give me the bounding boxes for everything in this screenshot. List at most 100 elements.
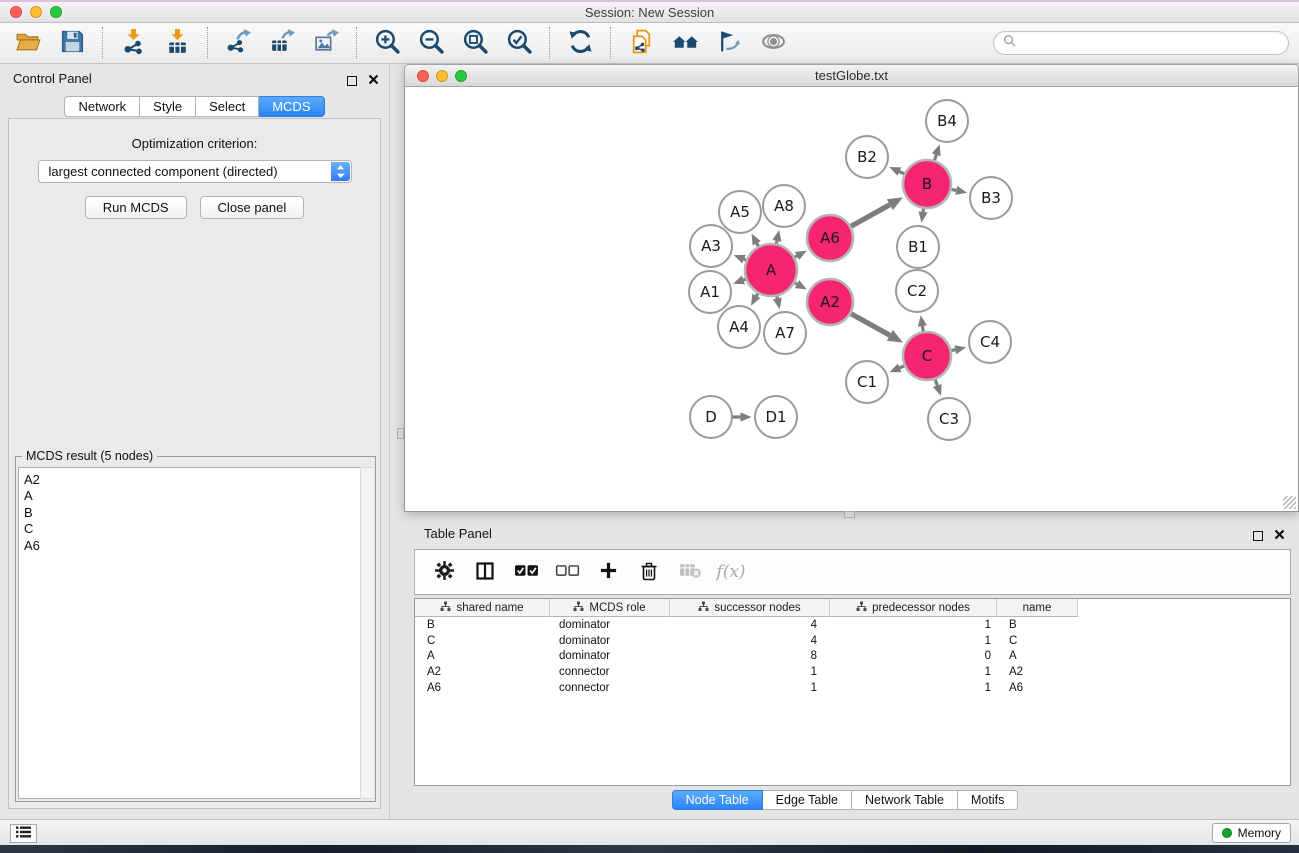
table-cell[interactable]: connector (550, 682, 670, 694)
network-zoom-traffic-light[interactable] (455, 70, 467, 82)
graph-node-D1[interactable]: D1 (755, 396, 797, 438)
mcds-result-item[interactable]: B (24, 505, 372, 521)
tab-style[interactable]: Style (140, 96, 196, 117)
mcds-result-item[interactable]: C (24, 521, 372, 537)
table-cell[interactable]: A2 (997, 666, 1078, 678)
table-cell[interactable]: 4 (670, 635, 830, 647)
table-row[interactable]: A6connector11A6 (415, 680, 1290, 696)
table-row[interactable]: Adominator80A (415, 649, 1290, 665)
graph-node-A[interactable]: A (745, 244, 797, 296)
add-column-button[interactable] (596, 560, 620, 584)
network-canvas[interactable]: B4B2BB3A8A5A6A3B1AC2A1A2A4A7C4CC1C3DD1 (404, 87, 1299, 512)
column-header-name[interactable]: name (997, 599, 1078, 617)
column-header-shared-name[interactable]: shared name (415, 599, 550, 617)
home-view-button[interactable] (663, 25, 707, 61)
minimize-traffic-light[interactable] (30, 6, 42, 18)
graph-node-C2[interactable]: C2 (896, 270, 938, 312)
import-table-button[interactable] (155, 25, 199, 61)
deselect-all-rows-button[interactable] (555, 560, 579, 584)
session-titlebar[interactable]: Session: New Session (0, 2, 1299, 23)
save-session-button[interactable] (50, 25, 94, 61)
import-network-button[interactable] (111, 25, 155, 61)
table-cell[interactable]: A (415, 650, 550, 662)
table-cell[interactable]: 0 (830, 650, 997, 662)
zoom-out-button[interactable] (409, 25, 453, 61)
memory-button[interactable]: Memory (1212, 823, 1291, 843)
graph-node-A6[interactable]: A6 (807, 215, 853, 261)
graph-node-A8[interactable]: A8 (763, 185, 805, 227)
graph-node-C1[interactable]: C1 (846, 361, 888, 403)
table-cell[interactable]: 1 (830, 666, 997, 678)
tab-network-table[interactable]: Network Table (852, 790, 958, 810)
task-history-button[interactable] (10, 824, 37, 843)
table-cell[interactable]: 1 (830, 635, 997, 647)
graph-node-A1[interactable]: A1 (689, 271, 731, 313)
float-table-panel-icon[interactable] (1253, 531, 1263, 541)
search-field[interactable] (993, 31, 1289, 55)
tab-mcds[interactable]: MCDS (259, 96, 324, 117)
table-cell[interactable]: 8 (670, 650, 830, 662)
column-header-MCDS-role[interactable]: MCDS role (550, 599, 670, 617)
export-image-button[interactable] (304, 25, 348, 61)
table-cell[interactable]: dominator (550, 635, 670, 647)
float-panel-icon[interactable] (347, 76, 357, 86)
column-header-predecessor-nodes[interactable]: predecessor nodes (830, 599, 997, 617)
tab-node-table[interactable]: Node Table (672, 790, 763, 810)
tab-network[interactable]: Network (64, 96, 140, 117)
graph-node-A3[interactable]: A3 (690, 225, 732, 267)
graph-node-C4[interactable]: C4 (969, 321, 1011, 363)
table-cell[interactable]: connector (550, 666, 670, 678)
graph-node-B2[interactable]: B2 (846, 136, 888, 178)
table-cell[interactable]: 1 (670, 666, 830, 678)
table-cell[interactable]: dominator (550, 650, 670, 662)
network-close-traffic-light[interactable] (417, 70, 429, 82)
open-session-button[interactable] (6, 25, 50, 61)
close-table-panel-icon[interactable] (1274, 527, 1285, 545)
network-minimize-traffic-light[interactable] (436, 70, 448, 82)
table-cell[interactable]: 1 (830, 619, 997, 631)
zoom-fit-button[interactable] (453, 25, 497, 61)
graph-node-D[interactable]: D (690, 396, 732, 438)
table-cell[interactable]: C (997, 635, 1078, 647)
table-cell[interactable]: 1 (670, 682, 830, 694)
column-header-successor-nodes[interactable]: successor nodes (670, 599, 830, 617)
close-panel-icon[interactable] (368, 72, 379, 90)
table-cell[interactable]: A6 (415, 682, 550, 694)
table-row[interactable]: A2connector11A2 (415, 664, 1290, 680)
duplicate-network-button[interactable] (619, 25, 663, 61)
table-settings-button[interactable] (432, 560, 456, 584)
refresh-layout-button[interactable] (558, 25, 602, 61)
export-table-button[interactable] (260, 25, 304, 61)
graph-node-A5[interactable]: A5 (719, 191, 761, 233)
graph-node-B3[interactable]: B3 (970, 177, 1012, 219)
graph-node-B1[interactable]: B1 (897, 226, 939, 268)
table-row[interactable]: Bdominator41B (415, 617, 1290, 633)
table-cell[interactable]: C (415, 635, 550, 647)
run-mcds-button[interactable]: Run MCDS (85, 196, 187, 219)
tab-edge-table[interactable]: Edge Table (763, 790, 852, 810)
graph-node-A2[interactable]: A2 (807, 279, 853, 325)
close-panel-button[interactable]: Close panel (200, 196, 305, 219)
table-cell[interactable]: dominator (550, 619, 670, 631)
table-cell[interactable]: 1 (830, 682, 997, 694)
splitter-grip-left[interactable] (397, 428, 404, 439)
table-cell[interactable]: B (997, 619, 1078, 631)
mcds-result-item[interactable]: A6 (24, 538, 372, 554)
table-cell[interactable]: B (415, 619, 550, 631)
table-cell[interactable]: A (997, 650, 1078, 662)
delete-rows-button[interactable] (637, 560, 661, 584)
graph-node-A4[interactable]: A4 (718, 306, 760, 348)
mcds-result-item[interactable]: A2 (24, 472, 372, 488)
result-scrollbar[interactable] (360, 467, 373, 799)
select-all-rows-button[interactable] (514, 560, 538, 584)
close-traffic-light[interactable] (10, 6, 22, 18)
hide-graphics-details-button[interactable] (707, 25, 751, 61)
graph-node-C3[interactable]: C3 (928, 398, 970, 440)
network-view-window[interactable]: testGlobe.txt B4B2BB3A8A5A6A3B1AC2A1A2A4… (404, 64, 1299, 512)
show-graphics-details-button[interactable] (751, 25, 795, 61)
window-resize-grip[interactable] (1283, 496, 1296, 509)
search-input[interactable] (1021, 36, 1288, 50)
network-window-titlebar[interactable]: testGlobe.txt (404, 64, 1299, 87)
mcds-result-item[interactable]: A (24, 488, 372, 504)
graph-node-B[interactable]: B (903, 160, 951, 208)
